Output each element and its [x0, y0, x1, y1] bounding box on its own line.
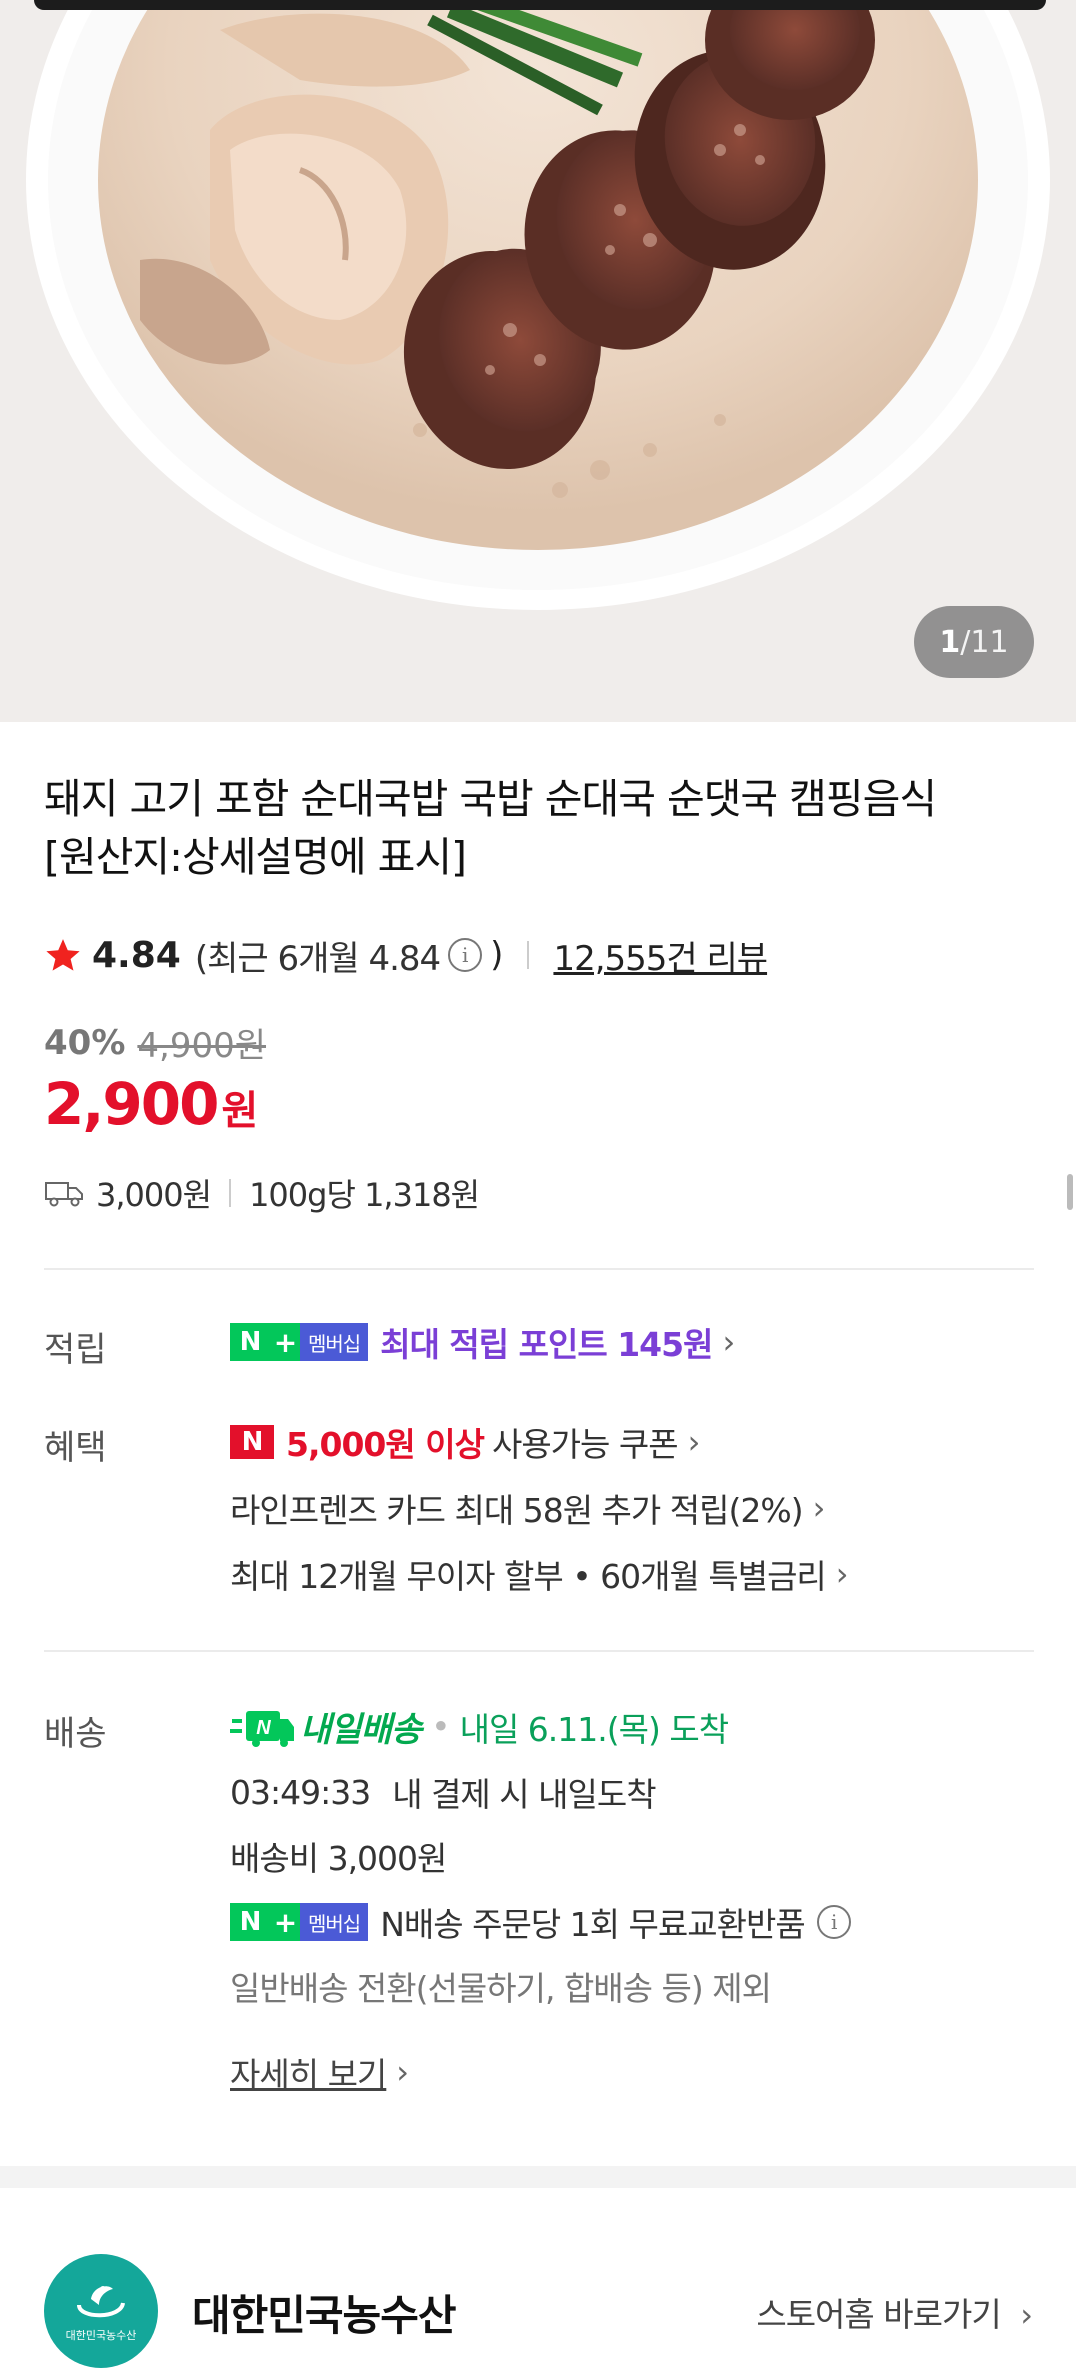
- divider: [527, 941, 530, 969]
- countdown-row: 03:49:33 내 결제 시 내일도착: [230, 1768, 657, 1816]
- truck-icon: [45, 1182, 83, 1207]
- dot-separator: •: [431, 1707, 450, 1746]
- product-image[interactable]: 1 / 11: [0, 0, 1076, 722]
- review-count-link[interactable]: 12,555건 리뷰: [553, 931, 768, 980]
- price-row: 2,900 원: [44, 1070, 258, 1138]
- store-logo[interactable]: 대한민국농수산: [44, 2254, 158, 2368]
- chevron-right-icon: ›: [722, 1323, 735, 1361]
- countdown-timer: 03:49:33: [230, 1772, 371, 1812]
- rating-row: 4.84 (최근 6개월 4.84 i ) 12,555건 리뷰: [44, 930, 768, 980]
- points-label: 적립: [44, 1330, 107, 1370]
- product-title-line2: [원산지:상세설명에 표시]: [44, 833, 467, 881]
- naver-coupon-icon: N: [230, 1425, 274, 1459]
- discount-percent: 40%: [44, 1022, 126, 1063]
- product-title-line1: 돼지 고기 포함 순대국밥 국밥 순대국 순댓국 캠핑음식: [44, 775, 937, 823]
- original-price: 4,900원: [137, 1026, 267, 1066]
- delivery-exclusion: 일반배송 전환(선물하기, 합배송 등) 제외: [230, 1969, 772, 2008]
- unit-price: 100g당 1,318원: [249, 1176, 480, 1214]
- card-benefit-text: 라인프렌즈 카드 최대 58원 추가 적립(2%): [230, 1491, 804, 1530]
- chevron-right-icon: ›: [687, 1423, 701, 1461]
- countdown-text: 내 결제 시 내일도착: [392, 1775, 656, 1814]
- shipping-summary: 3,000원 100g당 1,318원: [44, 1170, 480, 1216]
- section-divider: [44, 1268, 1034, 1270]
- coupon-row[interactable]: N 5,000원 이상 사용가능 쿠폰 ›: [230, 1418, 701, 1466]
- detail-link[interactable]: 자세히 보기: [230, 2048, 387, 2096]
- section-gap: [0, 2166, 1076, 2188]
- svg-text:N: N: [256, 1717, 271, 1739]
- coupon-highlight: 5,000원 이상: [286, 1425, 485, 1464]
- points-row[interactable]: N + 멤버십 최대 적립 포인트 145원 ›: [230, 1318, 735, 1366]
- recent-rating-close: ): [490, 935, 504, 975]
- image-counter-separator: /: [960, 624, 971, 660]
- chevron-right-icon: ›: [396, 2053, 409, 2091]
- rating-score: 4.84: [92, 934, 181, 976]
- naver-plus-membership-badge: N + 멤버십: [230, 1903, 369, 1941]
- delivery-row: N 내일배송 • 내일 6.11.(목) 도착: [230, 1702, 729, 1751]
- image-counter-total: 11: [970, 624, 1009, 660]
- membership-return-text: N배송 주문당 1회 무료교환반품: [380, 1905, 805, 1944]
- arrival-date: 내일 6.11.(목) 도착: [459, 1709, 729, 1749]
- installment-text: 최대 12개월 무이자 할부 • 60개월 특별금리: [230, 1557, 827, 1596]
- store-name[interactable]: 대한민국농수산: [192, 2282, 456, 2343]
- card-benefit-row[interactable]: 라인프렌즈 카드 최대 58원 추가 적립(2%) ›: [230, 1484, 826, 1532]
- membership-return-row: N + 멤버십 N배송 주문당 1회 무료교환반품 i: [230, 1898, 859, 1946]
- recent-rating: (최근 6개월 4.84: [194, 938, 441, 979]
- installment-row[interactable]: 최대 12개월 무이자 할부 • 60개월 특별금리 ›: [230, 1550, 849, 1598]
- store-logo-text: 대한민국농수산: [65, 2329, 137, 2342]
- discount-row: 40% 4,900원: [44, 1018, 266, 1067]
- delivery-fee: 배송비 3,000원: [230, 1839, 447, 1878]
- coupon-text: 사용가능 쿠폰: [491, 1425, 679, 1464]
- top-overlay-bar: [34, 0, 1046, 10]
- image-counter: 1 / 11: [914, 606, 1034, 678]
- store-home-link[interactable]: 스토어홈 바로가기 ›: [756, 2288, 1033, 2336]
- divider: [229, 1179, 232, 1207]
- delivery-truck-icon: N: [230, 1710, 294, 1747]
- shipping-fee: 3,000원: [96, 1176, 212, 1214]
- scrollbar-thumb[interactable]: [1067, 1174, 1073, 1210]
- detail-row[interactable]: 자세히 보기 ›: [230, 2048, 409, 2096]
- star-icon: [46, 939, 80, 971]
- info-icon[interactable]: i: [448, 938, 483, 972]
- tomorrow-delivery-badge: N 내일배송: [230, 1702, 422, 1751]
- soup-bowl-photo: [0, 0, 1076, 722]
- max-points-text: 최대 적립 포인트 145원: [380, 1325, 713, 1364]
- sale-price: 2,900: [44, 1070, 219, 1138]
- section-divider: [44, 1650, 1034, 1652]
- benefits-label: 혜택: [44, 1428, 107, 1468]
- chevron-right-icon: ›: [812, 1489, 826, 1527]
- chevron-right-icon: ›: [835, 1555, 849, 1593]
- chevron-right-icon: ›: [1020, 2296, 1033, 2334]
- image-counter-current: 1: [939, 624, 961, 660]
- currency-unit: 원: [221, 1088, 259, 1134]
- naver-plus-membership-badge: N + 멤버십: [230, 1323, 369, 1361]
- info-icon[interactable]: i: [816, 1905, 851, 1939]
- leaf-drop-icon: [77, 2286, 125, 2318]
- delivery-label: 배송: [44, 1714, 107, 1754]
- product-title: 돼지 고기 포함 순대국밥 국밥 순대국 순댓국 캠핑음식 [원산지:상세설명에…: [44, 770, 1034, 886]
